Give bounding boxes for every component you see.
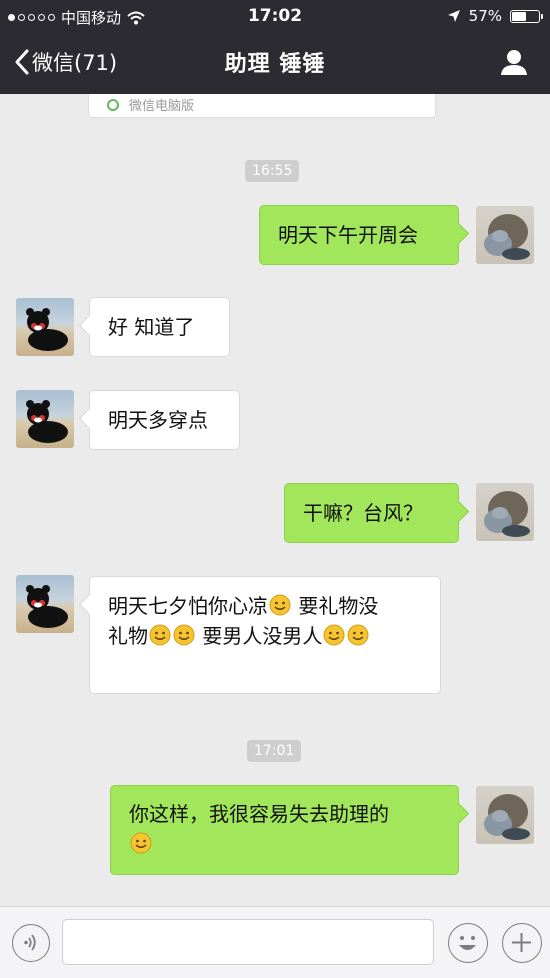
pc-notice-text: 微信电脑版 xyxy=(129,99,195,114)
timestamp: 17:01 xyxy=(247,740,302,762)
message-bubble-outgoing[interactable]: 你这样，我很容易失去助理的 xyxy=(110,785,459,875)
timestamp: 16:55 xyxy=(245,160,300,182)
assistant-avatar[interactable] xyxy=(16,390,74,448)
more-button[interactable] xyxy=(502,923,542,963)
my-avatar[interactable] xyxy=(476,786,534,844)
smile-emoji-icon xyxy=(149,624,171,646)
input-bar xyxy=(0,906,550,978)
message-bubble-incoming[interactable]: 明天七夕怕你心凉 要礼物没 礼物 要男人没男人 xyxy=(89,576,441,694)
smile-emoji-icon xyxy=(173,624,195,646)
message-text: 明天多穿点 xyxy=(108,408,208,432)
message-text: 明天七夕怕你心凉 xyxy=(108,594,268,618)
pc-notice-card: 微信电脑版 xyxy=(88,94,436,118)
battery-icon xyxy=(510,9,543,23)
message-text: 要男人没男人 xyxy=(196,624,323,648)
battery-percent: 57% xyxy=(468,7,502,25)
message-text-line-1: 明天七夕怕你心凉 要礼物没 xyxy=(108,594,378,618)
assistant-avatar[interactable] xyxy=(16,298,74,356)
message-bubble-outgoing[interactable]: 干嘛？台风？ xyxy=(284,483,459,543)
message-text-line-2: 礼物 要男人没男人 xyxy=(108,624,370,648)
message-bubble-incoming[interactable]: 好 知道了 xyxy=(89,297,230,357)
status-bar: 中国移动 17:02 57% xyxy=(0,0,550,32)
nav-bar: 微信(71) 助理 锤锤 xyxy=(0,32,550,94)
message-text: 干嘛？台风？ xyxy=(303,501,423,525)
location-arrow-icon xyxy=(447,10,460,22)
voice-button[interactable] xyxy=(12,924,50,962)
emoji-button[interactable] xyxy=(448,923,488,963)
wechat-pc-icon xyxy=(107,99,119,111)
smile-emoji-icon xyxy=(130,832,152,854)
top-bar: 中国移动 17:02 57% 微信(71) 助理 锤锤 xyxy=(0,0,550,94)
message-bubble-outgoing[interactable]: 明天下午开周会 xyxy=(259,205,459,265)
plus-icon xyxy=(512,933,531,952)
smile-emoji-icon xyxy=(323,624,345,646)
my-avatar[interactable] xyxy=(476,206,534,264)
message-text: 礼物 xyxy=(108,624,148,648)
assistant-avatar[interactable] xyxy=(16,575,74,633)
message-bubble-incoming[interactable]: 明天多穿点 xyxy=(89,390,240,450)
message-input[interactable] xyxy=(62,919,434,965)
person-icon[interactable] xyxy=(500,48,528,76)
emoji-face-icon xyxy=(459,936,476,950)
message-text: 要礼物没 xyxy=(292,594,379,618)
message-text: 好 知道了 xyxy=(108,315,195,339)
my-avatar[interactable] xyxy=(476,483,534,541)
chat-area[interactable]: 微信电脑版 16:55 明天下午开周会 好 知道了 明天多穿点 干嘛？台风？ 明… xyxy=(0,94,550,906)
message-text: 你这样，我很容易失去助理的 xyxy=(129,802,389,826)
smile-emoji-icon xyxy=(269,594,291,616)
chat-title: 助理 锤锤 xyxy=(224,52,326,77)
status-right: 57% xyxy=(447,7,543,25)
voice-icon xyxy=(24,934,36,951)
smile-emoji-icon xyxy=(347,624,369,646)
message-text: 明天下午开周会 xyxy=(278,223,418,247)
